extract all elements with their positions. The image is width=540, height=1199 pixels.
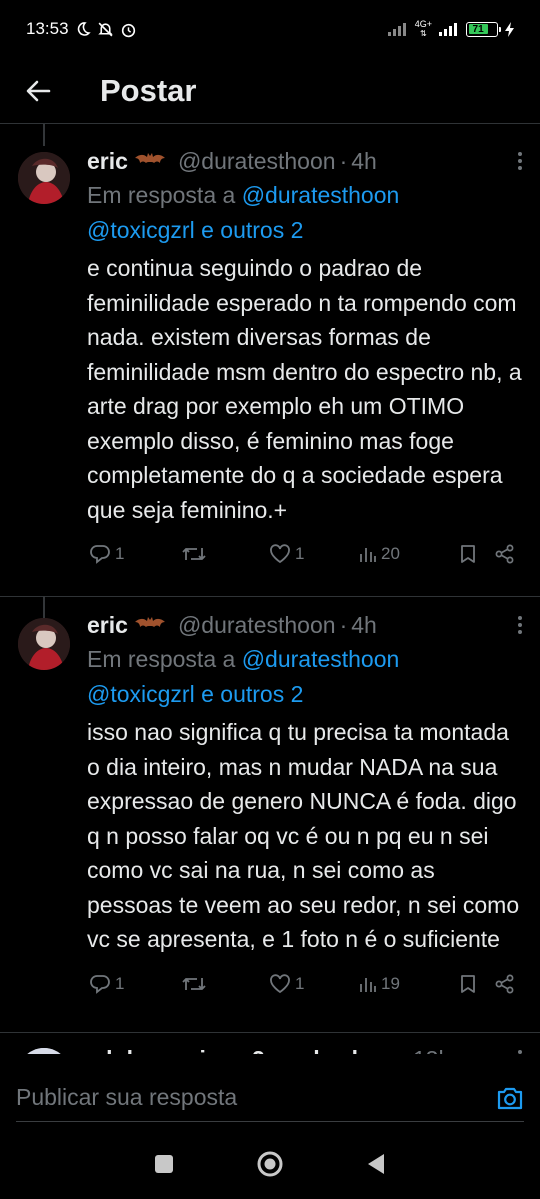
camera-button[interactable] bbox=[496, 1085, 524, 1111]
heart-icon bbox=[270, 973, 290, 993]
do-not-disturb-icon bbox=[75, 21, 91, 37]
reply-input[interactable]: Publicar sua resposta bbox=[16, 1074, 524, 1122]
bookmark-icon bbox=[461, 545, 475, 563]
notifications-muted-icon bbox=[97, 21, 114, 38]
repost-icon bbox=[182, 548, 206, 560]
reply-composer: Publicar sua resposta bbox=[0, 1062, 540, 1134]
like-count: 1 bbox=[295, 973, 305, 993]
repost-button[interactable] bbox=[181, 544, 269, 564]
share-button[interactable] bbox=[495, 544, 515, 564]
post-time[interactable]: 4h bbox=[351, 612, 377, 639]
battery-icon: 71 bbox=[466, 21, 501, 37]
post-actions: 1 1 20 bbox=[87, 539, 526, 569]
author-name[interactable]: a loba ansiosa 2mg de clo... bbox=[87, 1046, 391, 1055]
author-name[interactable]: eric bbox=[87, 612, 128, 639]
view-count: 19 bbox=[381, 973, 400, 993]
alarm-icon bbox=[120, 21, 137, 38]
reply-count: 1 bbox=[115, 973, 125, 993]
view-count: 20 bbox=[381, 544, 400, 563]
author-handle[interactable]: @duratesthoon bbox=[178, 148, 336, 175]
reply-placeholder[interactable]: Publicar sua resposta bbox=[16, 1084, 237, 1111]
reply-prefix: Em resposta a bbox=[87, 646, 236, 672]
post-actions: 1 1 19 bbox=[87, 969, 526, 999]
signal-weak-icon bbox=[387, 22, 408, 36]
analytics-icon bbox=[360, 977, 376, 992]
post[interactable]: eric @duratesthoon · 4h Em resposta a @d… bbox=[0, 124, 540, 596]
post-time[interactable]: 13h bbox=[413, 1046, 451, 1055]
system-navigation-bar bbox=[0, 1134, 540, 1199]
square-icon bbox=[155, 1155, 173, 1173]
like-count: 1 bbox=[295, 544, 305, 563]
repost-button[interactable] bbox=[181, 974, 269, 994]
reply-icon bbox=[90, 974, 110, 994]
bat-emoji-icon bbox=[134, 616, 166, 634]
post[interactable]: eric @duratesthoon · 4h Em resposta a @d… bbox=[0, 596, 540, 1032]
heart-icon bbox=[270, 544, 290, 564]
reply-others-link[interactable]: @toxicgzrl e outros 2 bbox=[87, 681, 303, 707]
bookmark-button[interactable] bbox=[459, 544, 495, 564]
avatar[interactable] bbox=[18, 1048, 70, 1054]
reply-icon bbox=[90, 545, 110, 564]
avatar[interactable] bbox=[18, 152, 70, 204]
more-options-icon[interactable] bbox=[518, 152, 526, 170]
network-type: 4G+ ⇅ bbox=[414, 19, 432, 39]
recent-apps-button[interactable] bbox=[154, 1154, 174, 1179]
repost-icon bbox=[182, 977, 206, 990]
share-button[interactable] bbox=[495, 974, 515, 994]
post[interactable]: a loba ansiosa 2mg de clo... · 13h bbox=[0, 1032, 540, 1054]
share-icon bbox=[495, 974, 514, 993]
back-nav-button[interactable] bbox=[366, 1153, 386, 1180]
separator-dot: · bbox=[339, 611, 348, 638]
thread[interactable]: eric @duratesthoon · 4h Em resposta a @d… bbox=[0, 124, 540, 1054]
status-time: 13:53 bbox=[26, 19, 69, 38]
post-time[interactable]: 4h bbox=[351, 148, 377, 175]
more-options-icon[interactable] bbox=[518, 616, 526, 634]
back-button[interactable] bbox=[0, 58, 76, 124]
bat-emoji-icon bbox=[134, 152, 166, 170]
views-button[interactable]: 20 bbox=[359, 544, 459, 564]
camera-icon bbox=[497, 1087, 523, 1109]
home-circle-icon bbox=[257, 1151, 283, 1177]
author-name[interactable]: eric bbox=[87, 148, 128, 175]
reply-context: Em resposta a @duratesthoon @toxicgzrl e… bbox=[87, 178, 526, 248]
share-icon bbox=[495, 544, 514, 564]
reply-button[interactable]: 1 bbox=[89, 544, 181, 564]
analytics-icon bbox=[360, 548, 376, 562]
reply-count: 1 bbox=[115, 544, 125, 563]
bookmark-button[interactable] bbox=[459, 974, 495, 994]
reply-mention-link[interactable]: @duratesthoon bbox=[242, 646, 400, 672]
page-title: Postar bbox=[100, 72, 197, 108]
signal-strength-icon bbox=[439, 22, 459, 36]
like-button[interactable]: 1 bbox=[269, 544, 359, 564]
back-triangle-icon bbox=[368, 1154, 384, 1174]
separator-dot: · bbox=[339, 147, 348, 174]
more-options-icon[interactable] bbox=[518, 1050, 526, 1054]
views-button[interactable]: 19 bbox=[359, 974, 459, 994]
home-button[interactable] bbox=[256, 1150, 284, 1183]
avatar[interactable] bbox=[18, 618, 70, 670]
reply-mention-link[interactable]: @duratesthoon bbox=[242, 182, 400, 208]
like-button[interactable]: 1 bbox=[269, 974, 359, 994]
reply-others-link[interactable]: @toxicgzrl e outros 2 bbox=[87, 217, 303, 243]
top-app-bar: Postar bbox=[0, 58, 540, 124]
post-text: isso nao significa q tu precisa ta monta… bbox=[87, 719, 520, 952]
bookmark-icon bbox=[461, 974, 475, 993]
reply-context: Em resposta a @duratesthoon @toxicgzrl e… bbox=[87, 642, 526, 712]
status-bar: 13:53 4G+ ⇅ 71 bbox=[0, 0, 540, 58]
author-handle[interactable]: @duratesthoon bbox=[178, 612, 336, 639]
post-text: e continua seguindo o padrao de feminili… bbox=[87, 255, 522, 523]
reply-button[interactable]: 1 bbox=[89, 974, 181, 994]
reply-prefix: Em resposta a bbox=[87, 182, 236, 208]
battery-level: 71 bbox=[468, 24, 488, 35]
charging-icon bbox=[505, 21, 514, 37]
back-arrow-icon bbox=[26, 80, 51, 101]
separator-dot: · bbox=[401, 1046, 409, 1055]
